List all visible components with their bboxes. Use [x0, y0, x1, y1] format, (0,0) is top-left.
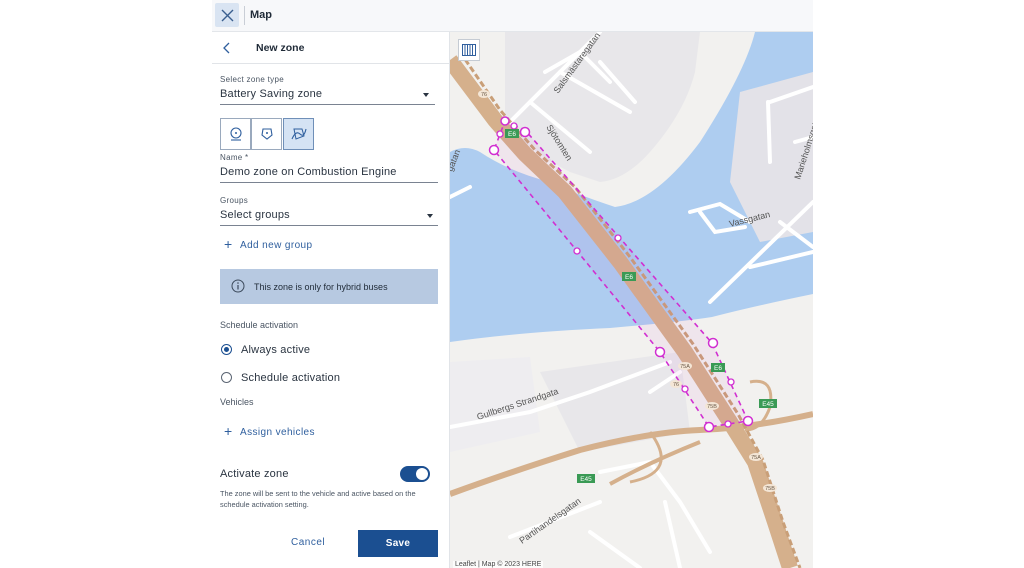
- app-frame: Map New zone Select zone type Battery Sa…: [212, 0, 813, 568]
- assign-vehicles-button[interactable]: + Assign vehicles: [224, 423, 315, 439]
- svg-text:E6: E6: [625, 274, 633, 281]
- zone-type-label: Select zone type: [220, 75, 284, 84]
- plus-icon: +: [224, 423, 233, 439]
- svg-text:76: 76: [673, 382, 679, 388]
- route-zone-icon: [290, 128, 307, 140]
- svg-text:E45: E45: [580, 476, 592, 483]
- circle-zone-icon: [229, 127, 242, 141]
- map-legend-icon: [462, 44, 476, 56]
- add-new-group-label: Add new group: [240, 240, 313, 251]
- groups-select[interactable]: Select groups: [220, 207, 438, 227]
- always-active-radio[interactable]: [221, 344, 232, 355]
- activate-zone-toggle[interactable]: [400, 466, 430, 482]
- chevron-left-icon: [223, 42, 230, 54]
- panel-title: New zone: [256, 42, 305, 54]
- chevron-down-icon: [427, 214, 433, 218]
- svg-text:E6: E6: [508, 131, 516, 138]
- zone-mode-circle-button[interactable]: [220, 118, 251, 150]
- save-button[interactable]: Save: [358, 530, 438, 557]
- assign-vehicles-label: Assign vehicles: [240, 427, 315, 438]
- info-banner: This zone is only for hybrid buses: [220, 269, 438, 304]
- road-shield-e6: E6: [505, 129, 519, 138]
- activate-zone-label: Activate zone: [220, 468, 289, 480]
- svg-text:75B: 75B: [765, 486, 775, 492]
- svg-text:75A: 75A: [680, 364, 690, 370]
- back-button[interactable]: [220, 40, 234, 56]
- schedule-activation-label[interactable]: Schedule activation: [241, 372, 340, 384]
- always-active-label[interactable]: Always active: [241, 344, 310, 356]
- map-attribution[interactable]: Leaflet | Map © 2023 HERE: [453, 561, 544, 568]
- groups-label: Groups: [220, 196, 249, 205]
- map-view[interactable]: E6 E6 E6 E45 E45 76 76 75A 75A 75B 75B S…: [450, 32, 813, 568]
- map-canvas[interactable]: E6 E6 E6 E45 E45 76 76 75A 75A 75B 75B S…: [450, 32, 813, 568]
- polygon-zone-icon: [260, 128, 273, 140]
- vehicles-heading: Vehicles: [220, 397, 254, 407]
- page-title: Map: [250, 9, 272, 21]
- close-icon: [221, 9, 233, 21]
- groups-underline: [220, 225, 438, 226]
- zone-mode-polygon-button[interactable]: [251, 118, 282, 150]
- zone-mode-route-button[interactable]: [283, 118, 314, 150]
- zone-type-select[interactable]: Battery Saving zone: [220, 86, 435, 106]
- road-shield-e45: E45: [577, 474, 595, 483]
- divider: [244, 6, 245, 25]
- add-new-group-button[interactable]: + Add new group: [224, 236, 313, 252]
- svg-text:E6: E6: [714, 365, 722, 372]
- zone-type-underline: [220, 104, 435, 105]
- close-button[interactable]: [215, 3, 239, 27]
- toggle-knob: [416, 468, 428, 480]
- zone-name-value: Demo zone on Combustion Engine: [220, 166, 397, 178]
- layers-button[interactable]: [458, 39, 480, 61]
- info-text: This zone is only for hybrid buses: [254, 282, 388, 292]
- plus-icon: +: [224, 236, 233, 252]
- chevron-down-icon: [423, 93, 429, 97]
- zone-name-underline: [220, 182, 438, 183]
- svg-text:75B: 75B: [707, 404, 717, 410]
- road-shield-e45: E45: [759, 399, 777, 408]
- activate-zone-help: The zone will be sent to the vehicle and…: [220, 489, 416, 509]
- zone-name-input[interactable]: Demo zone on Combustion Engine: [220, 164, 438, 184]
- cancel-button[interactable]: Cancel: [291, 537, 325, 548]
- svg-text:76: 76: [481, 92, 487, 98]
- top-bar: Map: [212, 0, 813, 32]
- svg-text:75A: 75A: [751, 455, 761, 461]
- road-shield-e6: E6: [711, 363, 725, 372]
- svg-text:E45: E45: [762, 401, 774, 408]
- info-icon: [231, 279, 245, 293]
- zone-panel: New zone Select zone type Battery Saving…: [212, 32, 450, 568]
- name-label: Name *: [220, 153, 249, 162]
- zone-type-value: Battery Saving zone: [220, 88, 323, 100]
- schedule-activation-radio[interactable]: [221, 372, 232, 383]
- groups-value: Select groups: [220, 209, 290, 221]
- schedule-heading: Schedule activation: [220, 320, 299, 330]
- road-shield-e6: E6: [622, 272, 636, 281]
- panel-header: New zone: [212, 32, 449, 64]
